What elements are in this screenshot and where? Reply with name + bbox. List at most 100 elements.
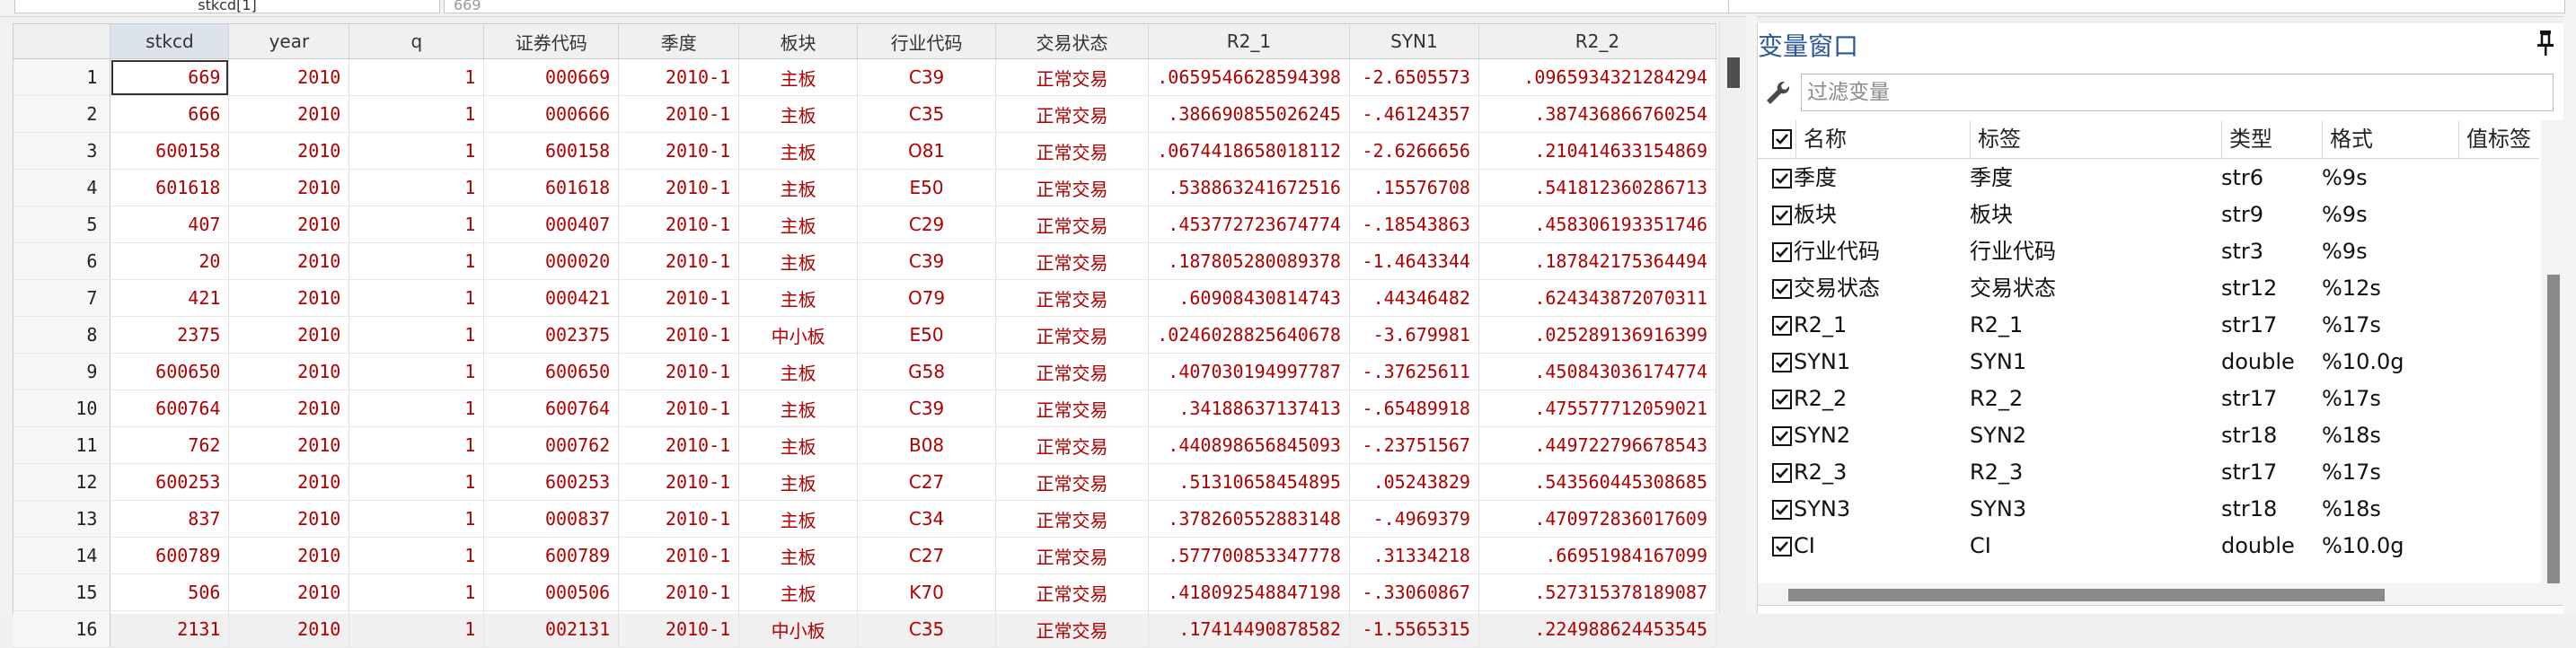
table-cell[interactable]: .450843036174774 (1478, 353, 1717, 390)
table-cell[interactable]: -.4969379 (1349, 500, 1479, 538)
table-cell[interactable]: 主板 (738, 500, 859, 538)
table-cell[interactable]: C27 (857, 537, 997, 574)
table-cell[interactable]: 000506 (483, 574, 620, 611)
table-cell[interactable]: -3.679981 (1349, 316, 1479, 354)
table-cell[interactable]: .44346482 (1349, 279, 1479, 317)
table-cell[interactable]: .224988624453545 (1478, 610, 1717, 648)
table-cell[interactable]: 正常交易 (995, 58, 1149, 96)
column-header-0[interactable]: stkcd (110, 24, 230, 59)
list-item[interactable]: R2_3 R2_3 str17 %17s (1758, 454, 2539, 491)
table-cell[interactable]: 主板 (738, 58, 859, 96)
table-cell[interactable]: 2010-1 (618, 169, 740, 206)
table-cell[interactable]: 主板 (738, 206, 859, 243)
table-cell[interactable]: 主板 (738, 537, 859, 574)
list-item[interactable]: R2_1 R2_1 str17 %17s (1758, 307, 2539, 344)
table-cell[interactable]: 601618 (483, 169, 620, 206)
pin-icon[interactable] (2532, 27, 2559, 57)
row-number[interactable]: 9 (13, 353, 111, 390)
table-cell[interactable]: 2010-1 (618, 353, 740, 390)
table-cell[interactable]: 600764 (483, 390, 620, 427)
table-cell[interactable]: 20 (110, 242, 230, 280)
panel-splitter[interactable] (1746, 16, 1757, 613)
checkbox-checked-icon[interactable] (1772, 463, 1792, 483)
table-cell[interactable]: 000762 (483, 426, 620, 464)
table-cell[interactable]: 000421 (483, 279, 620, 317)
list-item[interactable]: 行业代码 行业代码 str3 %9s (1758, 233, 2539, 270)
column-header-1[interactable]: year (228, 24, 350, 59)
table-cell[interactable]: 1 (348, 500, 485, 538)
wrench-icon[interactable] (1761, 77, 1794, 109)
row-number[interactable]: 14 (13, 537, 111, 574)
table-cell[interactable]: .577700853347778 (1148, 537, 1350, 574)
checkbox-checked-icon[interactable] (1772, 353, 1792, 372)
list-item[interactable]: SYN1 SYN1 double %10.0g (1758, 344, 2539, 381)
table-cell[interactable]: 主板 (738, 242, 859, 280)
list-item[interactable]: R2_2 R2_2 str17 %17s (1758, 381, 2539, 417)
table-cell[interactable]: C35 (857, 610, 997, 648)
table-cell[interactable]: 2010-1 (618, 132, 740, 170)
row-number[interactable]: 15 (13, 574, 111, 611)
table-cell[interactable]: .0659546628594398 (1148, 58, 1350, 96)
table-cell[interactable]: 主板 (738, 426, 859, 464)
table-cell[interactable]: 1 (348, 463, 485, 501)
table-cell[interactable]: 正常交易 (995, 206, 1149, 243)
table-cell[interactable]: C35 (857, 95, 997, 133)
table-cell[interactable]: 2010 (228, 58, 350, 96)
table-cell[interactable]: 正常交易 (995, 537, 1149, 574)
table-cell[interactable]: 正常交易 (995, 132, 1149, 170)
table-cell[interactable]: C34 (857, 500, 997, 538)
grid-scroll-thumb[interactable] (1727, 57, 1740, 88)
table-cell[interactable]: 000666 (483, 95, 620, 133)
table-cell[interactable]: .407030194997787 (1148, 353, 1350, 390)
table-cell[interactable]: 2010-1 (618, 390, 740, 427)
column-type-header[interactable]: 类型 (2221, 120, 2320, 158)
table-cell[interactable]: 1 (348, 316, 485, 354)
row-number[interactable]: 5 (13, 206, 111, 243)
list-item[interactable]: 交易状态 交易状态 str12 %12s (1758, 270, 2539, 307)
table-cell[interactable]: 600789 (483, 537, 620, 574)
table-cell[interactable]: B08 (857, 426, 997, 464)
table-cell[interactable]: 002131 (483, 610, 620, 648)
cell-value-box[interactable]: 669 (444, 0, 1730, 13)
table-cell[interactable]: 407 (110, 206, 230, 243)
table-cell[interactable]: 主板 (738, 95, 859, 133)
list-item[interactable]: 季度 季度 str6 %9s (1758, 160, 2539, 197)
row-number[interactable]: 6 (13, 242, 111, 280)
column-header-3[interactable]: 证券代码 (483, 24, 620, 59)
table-cell[interactable]: 正常交易 (995, 169, 1149, 206)
table-cell[interactable]: -.18543863 (1349, 206, 1479, 243)
table-cell[interactable]: .449722796678543 (1478, 426, 1717, 464)
table-cell[interactable]: .440898656845093 (1148, 426, 1350, 464)
table-cell[interactable]: 1 (348, 426, 485, 464)
table-cell[interactable]: C39 (857, 390, 997, 427)
table-cell[interactable]: .470972836017609 (1478, 500, 1717, 538)
table-cell[interactable]: .025289136916399 (1478, 316, 1717, 354)
column-header-9[interactable]: SYN1 (1349, 24, 1479, 59)
table-cell[interactable]: -.23751567 (1349, 426, 1479, 464)
table-cell[interactable]: 506 (110, 574, 230, 611)
table-cell[interactable]: 600650 (110, 353, 230, 390)
checkbox-checked-icon[interactable] (1772, 500, 1792, 520)
table-cell[interactable]: .458306193351746 (1478, 206, 1717, 243)
table-cell[interactable]: 2010-1 (618, 610, 740, 648)
table-cell[interactable]: 主板 (738, 353, 859, 390)
checkbox-checked-icon[interactable] (1772, 316, 1792, 336)
table-cell[interactable]: 2010 (228, 206, 350, 243)
table-cell[interactable]: 421 (110, 279, 230, 317)
table-cell[interactable]: 1 (348, 58, 485, 96)
table-cell[interactable]: 600764 (110, 390, 230, 427)
table-cell[interactable]: 正常交易 (995, 463, 1149, 501)
row-number[interactable]: 13 (13, 500, 111, 538)
table-cell[interactable]: 2010 (228, 316, 350, 354)
table-cell[interactable]: 2010 (228, 95, 350, 133)
row-number[interactable]: 2 (13, 95, 111, 133)
table-cell[interactable]: 正常交易 (995, 500, 1149, 538)
table-cell[interactable]: G58 (857, 353, 997, 390)
table-cell[interactable]: .475577712059021 (1478, 390, 1717, 427)
row-number[interactable]: 10 (13, 390, 111, 427)
table-cell[interactable]: 2010 (228, 574, 350, 611)
table-cell[interactable]: 1 (348, 279, 485, 317)
column-value-label-header[interactable]: 值标签 (2458, 120, 2539, 158)
table-cell[interactable]: 2010-1 (618, 426, 740, 464)
table-cell[interactable]: 1 (348, 353, 485, 390)
